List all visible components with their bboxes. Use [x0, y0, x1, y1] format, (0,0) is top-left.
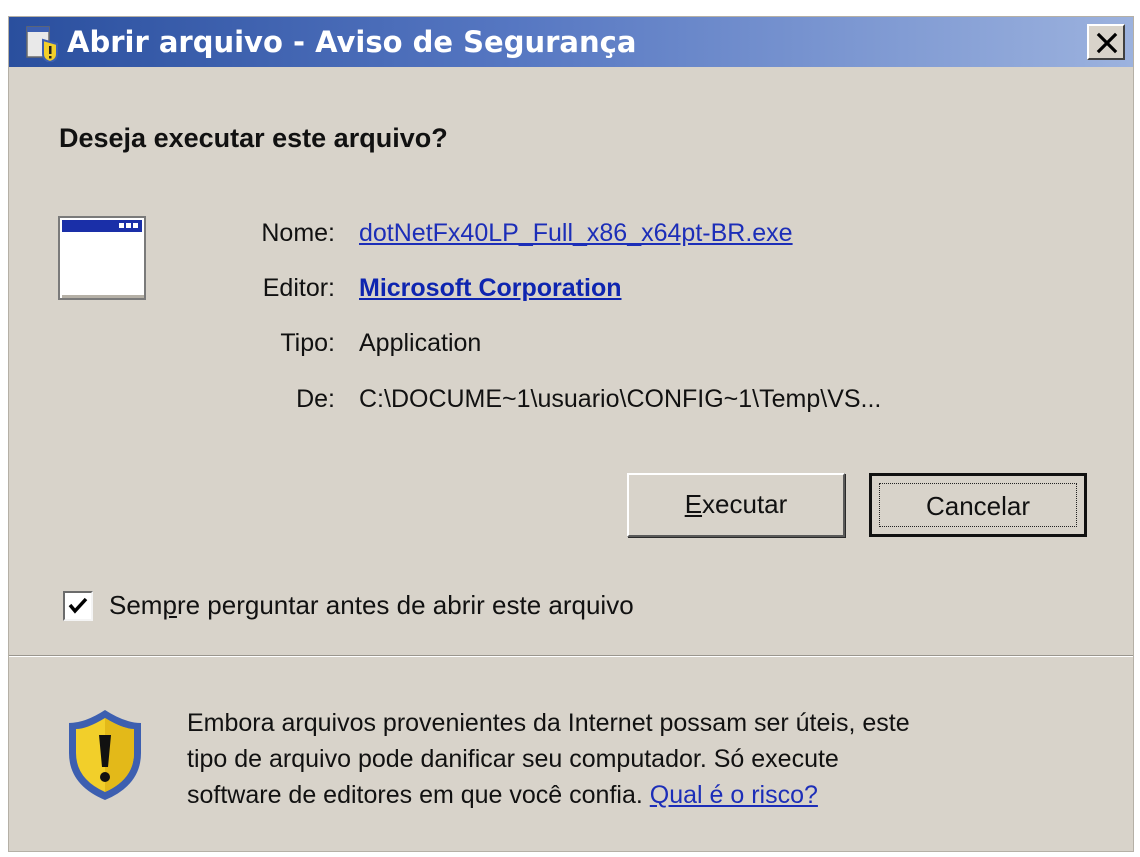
warning-line-2: tipo de arquivo pode danificar seu compu…: [187, 745, 839, 773]
warning-line-1: Embora arquivos provenientes da Internet…: [187, 709, 910, 737]
always-ask-label[interactable]: Sempre perguntar antes de abrir este arq…: [109, 585, 634, 625]
warning-text: Embora arquivos provenientes da Internet…: [187, 705, 1087, 813]
separator-highlight: [9, 656, 1133, 657]
application-window-icon: [58, 216, 146, 300]
always-ask-label-pre: Sem: [109, 590, 163, 620]
run-button-label: xecutar: [702, 489, 788, 519]
close-button[interactable]: [1087, 24, 1125, 60]
warning-line-3-text: software de editores em que você confia.: [187, 781, 643, 809]
file-type-value: Application: [359, 329, 482, 357]
risk-info-link[interactable]: Qual é o risco?: [650, 781, 818, 809]
always-ask-checkbox[interactable]: [63, 591, 93, 621]
close-x-icon: [1096, 32, 1118, 54]
dialog-question: Deseja executar este arquivo?: [59, 123, 448, 153]
security-warning-dialog: Abrir arquivo - Aviso de Segurança Desej…: [8, 16, 1134, 852]
always-ask-label-accel: p: [162, 590, 177, 620]
run-button-accel: E: [684, 489, 703, 519]
run-button[interactable]: Executar: [627, 473, 845, 537]
warning-shield-icon: [69, 710, 141, 800]
file-path-value: C:\DOCUME~1\usuario\CONFIG~1\Temp\VS...: [359, 385, 882, 413]
window-title: Abrir arquivo - Aviso de Segurança: [67, 25, 637, 59]
security-warning-icon: [26, 26, 58, 62]
type-label: Tipo:: [280, 329, 335, 357]
warning-line-3: software de editores em que você confia.…: [187, 777, 1087, 813]
title-bar[interactable]: Abrir arquivo - Aviso de Segurança: [9, 17, 1133, 67]
file-name-link[interactable]: dotNetFx40LP_Full_x86_x64pt-BR.exe: [359, 213, 793, 253]
publisher-link[interactable]: Microsoft Corporation: [359, 268, 622, 308]
from-label: De:: [296, 385, 335, 413]
checkmark-icon: [68, 597, 88, 614]
always-ask-label-post: re perguntar antes de abrir este arquivo: [176, 590, 634, 620]
cancel-button-label: Cancelar: [879, 483, 1077, 527]
publisher-label: Editor:: [262, 274, 335, 302]
name-label: Nome:: [261, 219, 335, 247]
cancel-button[interactable]: Cancelar: [869, 473, 1087, 537]
